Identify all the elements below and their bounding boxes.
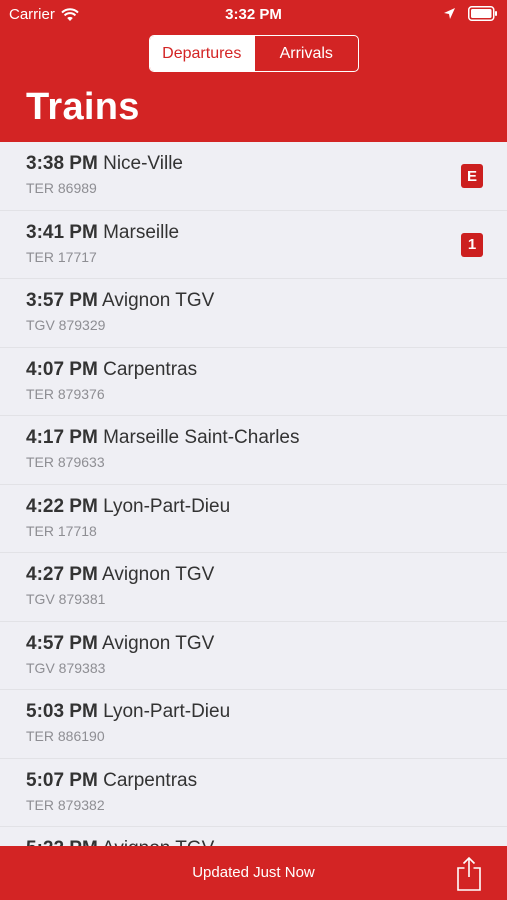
train-row[interactable]: 5:03 PM Lyon-Part-Dieu TER 886190 <box>0 690 507 759</box>
platform-badge: 1 <box>461 232 483 257</box>
train-service-number: TER 886190 <box>26 728 105 744</box>
train-service-number: TGV 879381 <box>26 591 106 607</box>
destination: Avignon TGV <box>102 838 214 846</box>
footer-bar: Updated Just Now <box>0 846 507 900</box>
train-row[interactable]: 3:38 PM Nice-Ville TER 86989 E <box>0 142 507 211</box>
departure-time: 3:41 PM <box>26 221 98 243</box>
train-row[interactable]: 4:07 PM Carpentras TER 879376 <box>0 348 507 416</box>
train-row[interactable]: 5:22 PM Avignon TGV <box>0 827 507 846</box>
train-service-number: TER 86989 <box>26 180 97 196</box>
train-title: 5:22 PM Avignon TGV <box>26 838 214 846</box>
destination: Avignon TGV <box>102 564 215 585</box>
departure-time: 4:07 PM <box>26 358 98 380</box>
tab-departures[interactable]: Departures <box>150 36 254 71</box>
train-row[interactable]: 4:57 PM Avignon TGV TGV 879383 <box>0 622 507 690</box>
share-icon[interactable] <box>455 856 483 892</box>
platform-badge: E <box>461 164 483 188</box>
train-service-number: TER 17717 <box>26 248 97 265</box>
train-title: 3:57 PM Avignon TGV <box>26 290 214 312</box>
update-status: Updated Just Now <box>192 864 315 881</box>
train-title: 4:57 PM Avignon TGV <box>26 633 214 655</box>
destination: Lyon-Part-Dieu <box>103 701 231 722</box>
train-title: 4:07 PM Carpentras <box>26 359 197 381</box>
train-title: 4:17 PM Marseille Saint-Charles <box>26 427 300 449</box>
train-service-number: TER 879376 <box>26 385 105 402</box>
train-row[interactable]: 5:07 PM Carpentras TER 879382 <box>0 759 507 827</box>
departure-time: 5:22 PM <box>26 838 98 846</box>
departures-arrivals-control: Departures Arrivals <box>149 35 359 72</box>
train-title: 4:27 PM Avignon TGV <box>26 564 214 586</box>
tab-arrivals[interactable]: Arrivals <box>253 36 359 71</box>
train-row[interactable]: 3:41 PM Marseille TER 17717 1 <box>0 211 507 279</box>
departure-time: 5:03 PM <box>26 701 98 722</box>
destination: Marseille <box>103 221 180 243</box>
destination: Carpentras <box>103 769 198 791</box>
train-row[interactable]: 4:22 PM Lyon-Part-Dieu TER 17718 <box>0 485 507 553</box>
train-title: 5:03 PM Lyon-Part-Dieu <box>26 701 230 723</box>
destination: Carpentras <box>103 358 198 380</box>
train-list[interactable]: 3:38 PM Nice-Ville TER 86989 E 3:41 PM Mars… <box>0 142 507 846</box>
train-service-number: TER 879633 <box>26 454 105 470</box>
departure-time: 4:27 PM <box>26 564 98 585</box>
train-row[interactable]: 3:57 PM Avignon TGV TGV 879329 <box>0 279 507 348</box>
train-service-number: TER 17718 <box>26 522 97 539</box>
destination: Avignon TGV <box>102 290 215 311</box>
train-title: 3:41 PM Marseille <box>26 222 179 244</box>
train-row[interactable]: 4:17 PM Marseille Saint-Charles TER 87963… <box>0 416 507 485</box>
train-service-number: TGV 879329 <box>26 317 106 333</box>
status-time: 3:32 PM <box>225 6 282 23</box>
destination: Marseille Saint-Charles <box>103 427 300 448</box>
destination: Lyon-Part-Dieu <box>103 495 231 517</box>
departure-time: 4:22 PM <box>26 495 98 517</box>
page-title: Trains <box>26 86 140 128</box>
train-row[interactable]: 4:27 PM Avignon TGV TGV 879381 <box>0 553 507 622</box>
train-title: 4:22 PM Lyon-Part-Dieu <box>26 496 230 518</box>
status-right-group <box>443 6 498 21</box>
train-title: 3:38 PM Nice-Ville <box>26 153 183 175</box>
train-service-number: TGV 879383 <box>26 659 106 676</box>
train-service-number: TER 879382 <box>26 796 105 813</box>
destination: Avignon TGV <box>102 632 215 654</box>
departure-time: 5:07 PM <box>26 769 98 791</box>
departure-time: 3:38 PM <box>26 153 98 174</box>
departure-time: 4:17 PM <box>26 427 98 448</box>
location-arrow-icon <box>444 8 455 19</box>
status-bar: Carrier 3:32 PM <box>0 0 507 28</box>
battery-icon <box>468 6 497 21</box>
header-bar: Carrier 3:32 PM Departures Arrivals Trai… <box>0 0 507 142</box>
departure-time: 3:57 PM <box>26 290 98 311</box>
train-title: 5:07 PM Carpentras <box>26 770 197 792</box>
destination: Nice-Ville <box>103 153 183 174</box>
departure-time: 4:57 PM <box>26 632 98 654</box>
